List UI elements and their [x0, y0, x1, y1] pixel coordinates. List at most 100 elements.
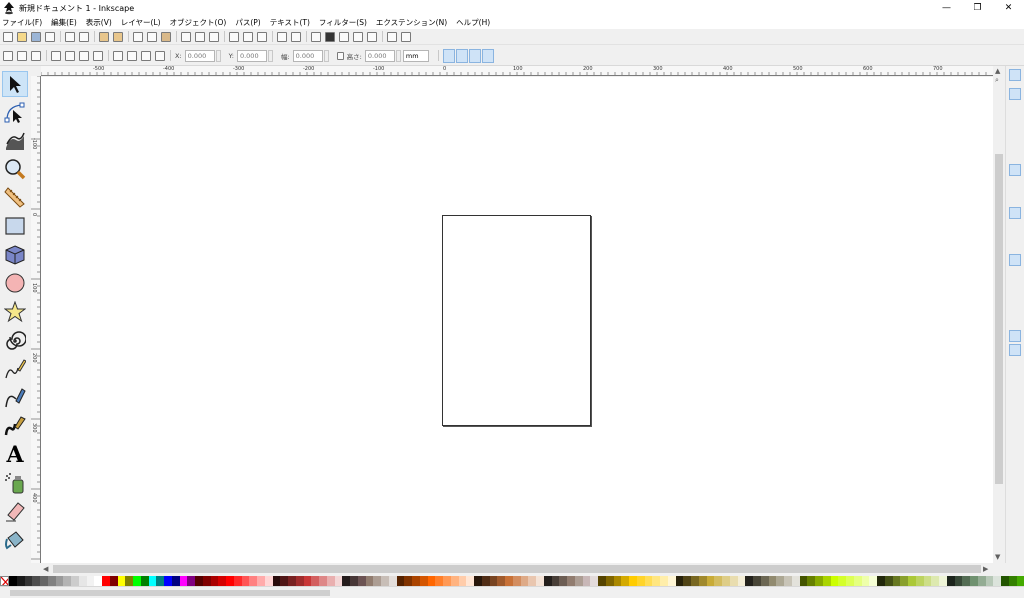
- preferences-icon[interactable]: [401, 31, 411, 42]
- palette-swatch[interactable]: [342, 576, 350, 586]
- palette-swatch[interactable]: [489, 576, 498, 586]
- palette-swatch[interactable]: [613, 576, 622, 586]
- palette-swatch[interactable]: [923, 576, 932, 586]
- width-spinner[interactable]: [323, 49, 329, 62]
- palette-swatch[interactable]: [133, 576, 141, 586]
- palette-swatch[interactable]: [288, 576, 296, 586]
- palette-swatch[interactable]: [528, 576, 536, 586]
- palette-swatch[interactable]: [226, 576, 234, 586]
- paste-icon[interactable]: [161, 31, 171, 42]
- palette-swatch[interactable]: [691, 576, 699, 586]
- palette-swatch[interactable]: [908, 576, 916, 586]
- palette-swatch[interactable]: [334, 576, 343, 586]
- palette-swatch[interactable]: [760, 576, 769, 586]
- snap-bbox-edges-toggle[interactable]: [1009, 104, 1021, 116]
- pencil-tool[interactable]: [2, 356, 28, 382]
- menu-view[interactable]: 表示(V): [86, 17, 112, 28]
- palette-swatch[interactable]: [869, 576, 877, 586]
- palette-swatch[interactable]: [745, 576, 753, 586]
- palette-swatch[interactable]: [187, 576, 195, 586]
- palette-swatch[interactable]: [799, 576, 808, 586]
- lower-to-bottom-icon[interactable]: [155, 50, 165, 61]
- palette-swatch[interactable]: [892, 576, 901, 586]
- palette-swatch[interactable]: [667, 576, 676, 586]
- snap-bbox-corners-toggle[interactable]: [1009, 118, 1021, 130]
- palette-swatch[interactable]: [807, 576, 815, 586]
- layers-icon[interactable]: [339, 31, 349, 42]
- unlink-clone-icon[interactable]: [257, 31, 267, 42]
- lock-ratio-icon[interactable]: [336, 51, 344, 60]
- tweak-tool[interactable]: [2, 128, 28, 154]
- palette-swatch[interactable]: [846, 576, 854, 586]
- palette-swatch[interactable]: [714, 576, 722, 586]
- palette-swatch[interactable]: [450, 576, 459, 586]
- palette-swatch[interactable]: [202, 576, 211, 586]
- palette-swatch[interactable]: [249, 576, 257, 586]
- palette-swatch[interactable]: [590, 576, 598, 586]
- snap-others-toggle[interactable]: [1009, 254, 1021, 266]
- palette-swatch[interactable]: [605, 576, 614, 586]
- open-file-icon[interactable]: [17, 31, 27, 42]
- spiral-tool[interactable]: [2, 328, 28, 354]
- palette-swatch[interactable]: [815, 576, 823, 586]
- height-input[interactable]: 0.000: [364, 49, 395, 62]
- spray-tool[interactable]: [2, 470, 28, 496]
- node-tool[interactable]: [2, 100, 28, 126]
- rectangle-tool[interactable]: [2, 213, 28, 239]
- unit-select[interactable]: mm: [402, 49, 429, 62]
- palette-swatch[interactable]: [1016, 576, 1024, 586]
- palette-swatch[interactable]: [94, 576, 102, 586]
- palette-swatch[interactable]: [396, 576, 405, 586]
- palette-swatch[interactable]: [257, 576, 265, 586]
- clone-icon[interactable]: [243, 31, 253, 42]
- palette-swatch[interactable]: [838, 576, 846, 586]
- scroll-down-arrow-icon[interactable]: ▼: [995, 553, 1000, 561]
- palette-swatch[interactable]: [621, 576, 629, 586]
- palette-swatch[interactable]: [884, 576, 893, 586]
- transform-patterns-toggle[interactable]: [481, 48, 494, 63]
- group-icon[interactable]: [277, 31, 287, 42]
- palette-swatch[interactable]: [381, 576, 389, 586]
- scroll-up-arrow-icon[interactable]: ▲: [995, 67, 1000, 75]
- palette-swatch[interactable]: [946, 576, 955, 586]
- drawing-canvas[interactable]: [41, 77, 993, 563]
- print-icon[interactable]: [45, 31, 55, 42]
- snap-paths-toggle[interactable]: [1009, 179, 1021, 191]
- palette-swatch[interactable]: [784, 576, 792, 586]
- palette-swatch[interactable]: [877, 576, 885, 586]
- palette-swatch[interactable]: [706, 576, 715, 586]
- palette-swatch[interactable]: [520, 576, 529, 586]
- palette-swatch[interactable]: [629, 576, 637, 586]
- zoom-page-icon[interactable]: [209, 31, 219, 42]
- xml-editor-icon[interactable]: [353, 31, 363, 42]
- x-input[interactable]: 0.000: [184, 49, 215, 62]
- palette-swatch[interactable]: [853, 576, 862, 586]
- snap-guides-toggle[interactable]: [1009, 344, 1021, 356]
- deselect-icon[interactable]: [31, 50, 41, 61]
- calligraphy-tool[interactable]: [2, 413, 28, 439]
- snap-nodes-toggle[interactable]: [1009, 164, 1021, 176]
- snap-intersections-toggle[interactable]: [1009, 193, 1021, 205]
- palette-swatch[interactable]: [791, 576, 800, 586]
- palette-swatch[interactable]: [900, 576, 908, 586]
- palette-swatch[interactable]: [412, 576, 420, 586]
- ellipse-tool[interactable]: [2, 270, 28, 296]
- palette-swatch[interactable]: [1008, 576, 1017, 586]
- snap-smooth-nodes-toggle[interactable]: [1009, 221, 1021, 233]
- menu-extensions[interactable]: エクステンション(N): [376, 17, 447, 28]
- palette-swatch[interactable]: [970, 576, 978, 586]
- palette-swatch[interactable]: [559, 576, 567, 586]
- minimize-button[interactable]: —: [931, 0, 962, 16]
- cut-icon[interactable]: [147, 31, 157, 42]
- snap-line-midpoints-toggle[interactable]: [1009, 235, 1021, 247]
- palette-swatch[interactable]: [435, 576, 443, 586]
- scroll-left-arrow-icon[interactable]: ◀: [43, 565, 48, 573]
- vertical-ruler[interactable]: -100 0 100 200 300 400: [31, 76, 41, 563]
- palette-swatch[interactable]: [16, 576, 25, 586]
- menu-object[interactable]: オブジェクト(O): [170, 17, 227, 28]
- snap-object-midpoints-toggle[interactable]: [1009, 268, 1021, 280]
- horizontal-ruler[interactable]: -500 -400 -300 -200 -100 0 100 200 300 4…: [41, 66, 993, 76]
- scale-stroke-toggle[interactable]: [442, 48, 455, 63]
- palette-swatch[interactable]: [63, 576, 71, 586]
- palette-swatch[interactable]: [125, 576, 133, 586]
